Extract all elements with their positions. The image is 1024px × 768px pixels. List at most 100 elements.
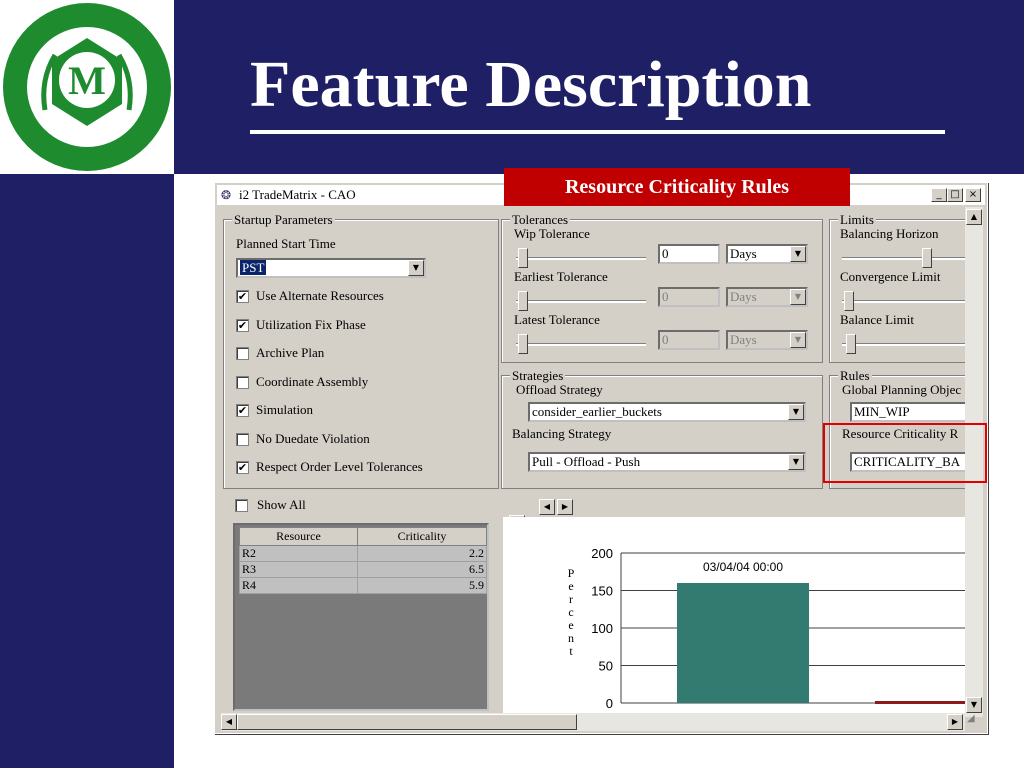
tolerance-slider-track[interactable] xyxy=(516,300,646,303)
balancing-strategy-value: Pull - Offload - Push xyxy=(532,454,641,469)
y-axis-label-letter: r xyxy=(569,592,573,606)
show-all-label: Show All xyxy=(257,497,306,512)
y-tick-label: 200 xyxy=(591,546,613,561)
limits-group: Limits Balancing Horizon Convergence Limi… xyxy=(829,212,973,363)
slide-footer: E-Business Lab, IM, NTUST xyxy=(460,738,674,757)
balancing-strategy-select[interactable]: Pull - Offload - Push ▼ xyxy=(528,452,806,472)
limit-slider-thumb[interactable] xyxy=(844,291,854,311)
chart-area: 200 150 100 50 0 Pe r c e n t 03/04/04 00:00 xyxy=(503,517,965,713)
scroll-right-icon[interactable]: ▶ xyxy=(947,714,963,730)
app-icon: ❂ xyxy=(221,188,232,202)
y-axis-label-letter: c xyxy=(568,605,573,619)
checkbox-coordinate-assembly[interactable] xyxy=(236,375,249,389)
tolerance-slider-track[interactable] xyxy=(516,343,646,346)
criticality-chart: 200150100500Percent03/04/04 00:00 xyxy=(568,546,965,711)
global-planning-objective-field[interactable]: MIN_WIP xyxy=(850,402,972,422)
app-window: ❂ i2 TradeMatrix - CAO _ □ × Startup Par… xyxy=(214,182,988,734)
title-underline xyxy=(250,130,945,134)
startup-group-title: Startup Parameters xyxy=(232,212,335,228)
global-planning-objective-label: Global Planning Objec xyxy=(842,382,962,397)
close-button[interactable]: × xyxy=(965,188,981,202)
y-tick-label: 50 xyxy=(599,659,613,674)
planned-start-select[interactable]: PST ▼ xyxy=(236,258,426,278)
chevron-down-icon[interactable]: ▼ xyxy=(408,260,424,276)
tolerance-slider-thumb[interactable] xyxy=(518,248,528,268)
tolerance-label: Latest Tolerance xyxy=(514,312,600,327)
limit-slider-thumb[interactable] xyxy=(922,248,932,268)
checkbox-simulation[interactable]: ✔ xyxy=(236,404,249,417)
limit-label: Convergence Limit xyxy=(840,269,941,284)
chart-prev-icon[interactable]: ◀ xyxy=(539,499,555,515)
offload-strategy-value: consider_earlier_buckets xyxy=(532,404,662,419)
y-axis-label-letter: e xyxy=(568,579,573,593)
limit-slider-track[interactable] xyxy=(842,257,970,260)
tolerance-slider-track[interactable] xyxy=(516,257,646,260)
tolerance-unit-select[interactable]: Days ▼ xyxy=(726,287,808,307)
chart-next-icon[interactable]: ▶ xyxy=(557,499,573,515)
tolerance-slider-thumb[interactable] xyxy=(518,334,528,354)
horizontal-scroll-thumb[interactable] xyxy=(237,714,577,730)
criticality-cell[interactable]: 2.2 xyxy=(357,545,487,562)
limit-slider-thumb[interactable] xyxy=(846,334,856,354)
show-all-checkbox[interactable] xyxy=(235,499,248,512)
limit-slider-track[interactable] xyxy=(842,300,970,303)
limit-label: Balance Limit xyxy=(840,312,915,327)
criticality-highlight-box xyxy=(823,423,987,483)
table-row[interactable]: R3 6.5 xyxy=(239,561,487,578)
checkbox-use-alternate-resources[interactable]: ✔ xyxy=(236,290,249,303)
tolerance-label: Earliest Tolerance xyxy=(514,269,608,284)
checkbox-archive-plan[interactable] xyxy=(236,347,249,360)
y-tick-label: 0 xyxy=(606,696,613,711)
tolerance-value-field[interactable]: 0 xyxy=(658,244,720,264)
checkbox-no-duedate-violation[interactable] xyxy=(236,432,249,446)
resource-cell[interactable]: R4 xyxy=(239,577,358,594)
column-header-criticality[interactable]: Criticality xyxy=(357,527,487,546)
tolerance-value-field[interactable]: 0 xyxy=(658,287,720,307)
bar-sliver xyxy=(875,701,965,704)
chevron-down-icon[interactable]: ▼ xyxy=(790,289,806,305)
criticality-cell[interactable]: 6.5 xyxy=(357,561,487,578)
chevron-down-icon[interactable]: ▼ xyxy=(788,404,804,420)
checkbox-label: Coordinate Assembly xyxy=(256,373,369,389)
horizontal-scrollbar[interactable]: ◀ ▶ xyxy=(221,713,965,731)
resource-table: Resource Criticality R2 2.2 R3 6.5 R4 5.9 xyxy=(239,527,487,594)
scroll-up-icon[interactable]: ▲ xyxy=(966,209,982,225)
scroll-left-icon[interactable]: ◀ xyxy=(221,714,237,730)
resize-grip-icon[interactable]: ◢ xyxy=(967,713,983,731)
checkbox-label: No Duedate Violation xyxy=(256,430,370,446)
chevron-down-icon[interactable]: ▼ xyxy=(790,332,806,348)
column-header-resource[interactable]: Resource xyxy=(239,527,358,546)
criticality-cell[interactable]: 5.9 xyxy=(357,577,487,594)
checkbox-respect-order-level-tolerances[interactable]: ✔ xyxy=(236,461,249,474)
tolerance-unit-select[interactable]: Days ▼ xyxy=(726,330,808,350)
checkbox-label: Use Alternate Resources xyxy=(256,288,384,303)
page-number: 29 xyxy=(968,738,987,757)
chevron-down-icon[interactable]: ▼ xyxy=(790,246,806,262)
window-title: i2 TradeMatrix - CAO xyxy=(239,187,356,202)
tolerance-slider-thumb[interactable] xyxy=(518,291,528,311)
resource-cell[interactable]: R2 xyxy=(239,545,358,562)
tolerance-unit-value: Days xyxy=(730,289,757,304)
checkbox-label: Utilization Fix Phase xyxy=(256,316,366,332)
startup-parameters-group: Startup Parameters Planned Start Time PS… xyxy=(223,212,499,489)
maximize-button[interactable]: □ xyxy=(947,188,963,202)
chevron-down-icon[interactable]: ▼ xyxy=(788,454,804,470)
slide-title: Feature Description xyxy=(250,48,812,121)
table-row[interactable]: R4 5.9 xyxy=(239,577,487,594)
callout-banner: Resource Criticality Rules xyxy=(504,168,850,206)
limit-slider-track[interactable] xyxy=(842,343,970,346)
checkbox-utilization-fix-phase[interactable]: ✔ xyxy=(236,318,249,332)
tolerance-value-field[interactable]: 0 xyxy=(658,330,720,350)
offload-strategy-select[interactable]: consider_earlier_buckets ▼ xyxy=(528,402,806,422)
school-logo: M xyxy=(0,0,174,174)
resource-cell[interactable]: R3 xyxy=(239,561,358,578)
scroll-down-icon[interactable]: ▼ xyxy=(966,697,982,713)
tolerance-unit-select[interactable]: Days ▼ xyxy=(726,244,808,264)
tolerance-unit-value: Days xyxy=(730,246,757,261)
table-row[interactable]: R2 2.2 xyxy=(239,545,487,562)
y-tick-label: 100 xyxy=(591,621,613,636)
minimize-button[interactable]: _ xyxy=(931,188,947,202)
y-axis-label-letter: e xyxy=(568,618,573,632)
y-axis-label-letter: n xyxy=(568,631,574,645)
y-axis-label-letter: t xyxy=(569,644,573,658)
